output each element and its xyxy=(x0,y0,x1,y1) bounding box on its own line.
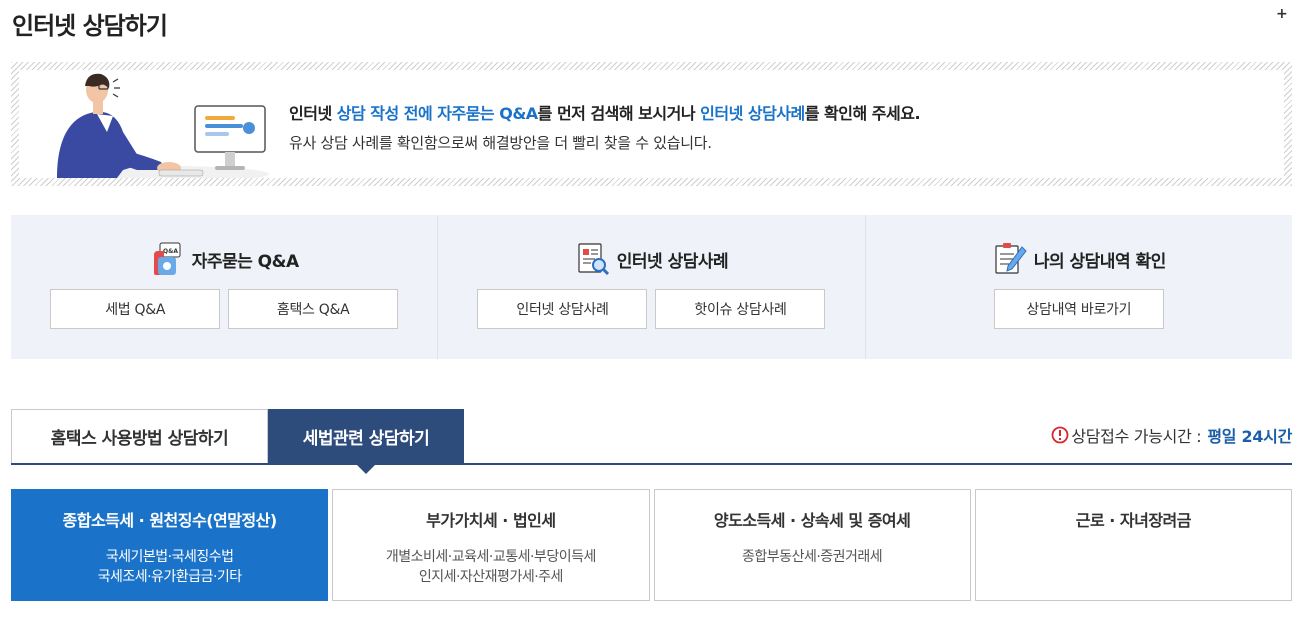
category-subitems: 국세기본법·국세징수법 국세조세·유가환급금·기타 xyxy=(12,547,327,587)
my-history-panel-title: 나의 상담내역 확인 xyxy=(1033,251,1166,272)
banner-headline-part: 인터넷 xyxy=(289,104,337,123)
cases-highlight-link[interactable]: 인터넷 상담사례 xyxy=(700,104,805,123)
cases-panel-header: 인터넷 상담사례 xyxy=(438,241,864,277)
category-title: 종합소득세 · 원천징수(연말정산) xyxy=(62,511,278,530)
go-to-history-button[interactable]: 상담내역 바로가기 xyxy=(993,289,1164,329)
my-history-panel-buttons: 상담내역 바로가기 xyxy=(866,289,1292,329)
category-subitems: 개별소비세·교육세·교통세·부당이득세 인지세·자산재평가세·주세 xyxy=(333,547,648,587)
category-title: 양도소득세 · 상속세 및 증여세 xyxy=(713,511,911,530)
tax-law-qna-button[interactable]: 세법 Q&A xyxy=(50,289,221,329)
expand-plus-button[interactable]: + xyxy=(1276,6,1288,22)
svg-text:Q&A: Q&A xyxy=(163,248,178,255)
category-income-tax[interactable]: 종합소득세 · 원천징수(연말정산) 국세기본법·국세징수법 국세조세·유가환급… xyxy=(11,489,329,601)
category-subitems: 종합부동산세·증권거래세 xyxy=(655,547,970,567)
category-vat-corporate[interactable]: 부가가치세 · 법인세 개별소비세·교육세·교통세·부당이득세 인지세·자산재평… xyxy=(332,489,650,601)
cases-panel: 인터넷 상담사례 인터넷 상담사례 핫이슈 상담사례 xyxy=(437,215,864,359)
faq-panel-header: Q&A 자주묻는 Q&A xyxy=(11,241,437,277)
category-subitem-line: 종합부동산세·증권거래세 xyxy=(742,549,883,565)
my-history-panel: 나의 상담내역 확인 상담내역 바로가기 xyxy=(864,215,1292,359)
faq-panel: Q&A 자주묻는 Q&A 세법 Q&A 홈택스 Q&A xyxy=(11,215,437,359)
page-title: 인터넷 상담하기 xyxy=(12,12,168,40)
consultant-illustration-icon xyxy=(57,73,269,178)
notepad-pencil-icon xyxy=(995,243,1027,274)
category-subitem-line: 인지세·자산재평가세·주세 xyxy=(418,569,564,585)
cases-panel-title: 인터넷 상담사례 xyxy=(616,251,729,272)
quick-links-panel: Q&A 자주묻는 Q&A 세법 Q&A 홈택스 Q&A 인터넷 상담사례 인터넷… xyxy=(11,215,1292,359)
banner-subtext: 유사 상담 사례를 확인함으로써 해결방안을 더 빨리 찾을 수 있습니다. xyxy=(289,134,712,152)
reception-hours-value: 평일 24시간 xyxy=(1207,427,1292,446)
alert-circle-icon xyxy=(1051,426,1069,444)
category-title: 근로 · 자녀장려금 xyxy=(1075,511,1192,530)
faq-panel-title: 자주묻는 Q&A xyxy=(191,251,299,272)
category-subitem-line: 개별소비세·교육세·교통세·부당이득세 xyxy=(385,549,596,565)
category-earned-child-incentive[interactable]: 근로 · 자녀장려금 xyxy=(974,489,1292,601)
tab-hometax-usage[interactable]: 홈택스 사용방법 상담하기 xyxy=(11,409,268,463)
category-title: 부가가치세 · 법인세 xyxy=(426,511,556,530)
tax-category-list: 종합소득세 · 원천징수(연말정산) 국세기본법·국세징수법 국세조세·유가환급… xyxy=(11,489,1292,601)
consult-tabs: 홈택스 사용방법 상담하기 세법관련 상담하기 상담접수 가능시간 : 평일 2… xyxy=(11,409,1292,474)
category-subitem-line: 국세기본법·국세징수법 xyxy=(105,549,234,565)
banner-headline-part: 를 확인해 주세요. xyxy=(804,104,921,123)
qna-highlight-link[interactable]: 상담 작성 전에 자주묻는 Q&A xyxy=(337,104,538,123)
notice-banner: 인터넷 상담 작성 전에 자주묻는 Q&A를 먼저 검색해 보시거나 인터넷 상… xyxy=(11,62,1292,186)
qna-icon: Q&A xyxy=(153,242,181,275)
notice-banner-body: 인터넷 상담 작성 전에 자주묻는 Q&A를 먼저 검색해 보시거나 인터넷 상… xyxy=(19,70,1284,178)
reception-hours: 상담접수 가능시간 : 평일 24시간 xyxy=(1051,423,1292,447)
hometax-qna-button[interactable]: 홈택스 Q&A xyxy=(228,289,399,329)
faq-panel-buttons: 세법 Q&A 홈택스 Q&A xyxy=(11,289,437,329)
internet-cases-button[interactable]: 인터넷 상담사례 xyxy=(477,289,648,329)
category-subitem-line: 국세조세·유가환급금·기타 xyxy=(97,569,243,585)
banner-headline: 인터넷 상담 작성 전에 자주묻는 Q&A를 먼저 검색해 보시거나 인터넷 상… xyxy=(289,100,921,124)
category-transfer-inheritance[interactable]: 양도소득세 · 상속세 및 증여세 종합부동산세·증권거래세 xyxy=(653,489,971,601)
tab-tax-law[interactable]: 세법관련 상담하기 xyxy=(268,409,464,474)
document-search-icon xyxy=(578,243,609,276)
my-history-panel-header: 나의 상담내역 확인 xyxy=(866,241,1292,277)
cases-panel-buttons: 인터넷 상담사례 핫이슈 상담사례 xyxy=(438,289,864,329)
hot-issue-cases-button[interactable]: 핫이슈 상담사례 xyxy=(655,289,826,329)
reception-hours-label: 상담접수 가능시간 : xyxy=(1071,427,1202,446)
banner-headline-part: 를 먼저 검색해 보시거나 xyxy=(537,104,701,123)
